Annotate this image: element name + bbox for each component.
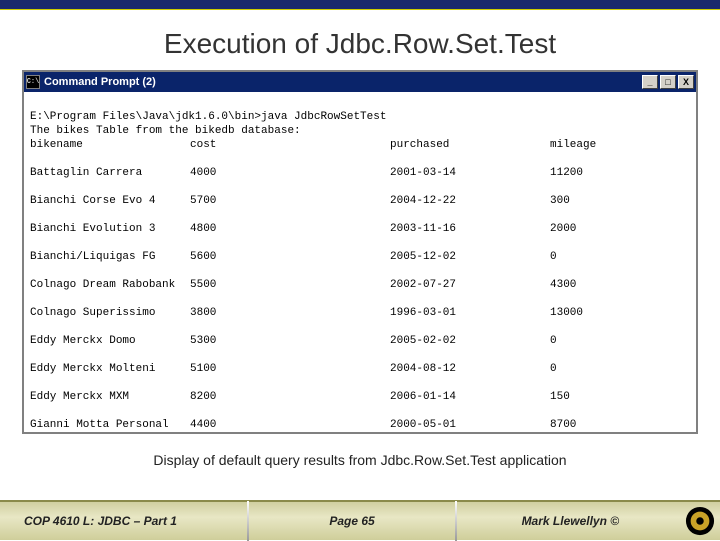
ucf-logo-icon bbox=[680, 506, 720, 536]
footer-left: COP 4610 L: JDBC – Part 1 bbox=[0, 514, 243, 528]
table-row: Colnago Superissimo38001996-03-0113000 bbox=[30, 306, 690, 320]
table-row: Eddy Merckx Molteni51002004-08-120 bbox=[30, 362, 690, 376]
close-button[interactable]: X bbox=[678, 75, 694, 89]
command-prompt-window: C:\ Command Prompt (2) _ □ X E:\Program … bbox=[22, 70, 698, 434]
slide-top-border bbox=[0, 0, 720, 10]
footer-author: Mark Llewellyn © bbox=[461, 514, 680, 528]
terminal-cmdline: E:\Program Files\Java\jdk1.6.0\bin>java … bbox=[30, 111, 386, 123]
table-row: Battaglin Carrera40002001-03-1411200 bbox=[30, 166, 690, 180]
table-row: Bianchi/Liquigas FG56002005-12-020 bbox=[30, 250, 690, 264]
footer-divider bbox=[455, 501, 457, 541]
slide-caption: Display of default query results from Jd… bbox=[0, 452, 720, 468]
slide-title: Execution of Jdbc.Row.Set.Test bbox=[0, 10, 720, 70]
table-row: Bianchi Evolution 348002003-11-162000 bbox=[30, 222, 690, 236]
table-row: Colnago Dream Rabobank55002002-07-274300 bbox=[30, 278, 690, 292]
minimize-button[interactable]: _ bbox=[642, 75, 658, 89]
footer-divider bbox=[247, 501, 249, 541]
terminal-heading: The bikes Table from the bikedb database… bbox=[30, 125, 301, 137]
window-title: Command Prompt (2) bbox=[44, 76, 156, 88]
maximize-button[interactable]: □ bbox=[660, 75, 676, 89]
slide-footer: COP 4610 L: JDBC – Part 1 Page 65 Mark L… bbox=[0, 500, 720, 540]
table-row: Bianchi Corse Evo 457002004-12-22300 bbox=[30, 194, 690, 208]
footer-page: Page 65 bbox=[253, 514, 450, 528]
table-row: Eddy Merckx Domo53002005-02-020 bbox=[30, 334, 690, 348]
terminal-output: E:\Program Files\Java\jdk1.6.0\bin>java … bbox=[24, 92, 696, 432]
window-titlebar: C:\ Command Prompt (2) _ □ X bbox=[24, 72, 696, 92]
table-row: Eddy Merckx MXM82002006-01-14150 bbox=[30, 390, 690, 404]
cmd-icon: C:\ bbox=[26, 75, 40, 89]
table-header: bikenamecostpurchasedmileage bbox=[30, 138, 690, 152]
table-row: Gianni Motta Personal44002000-05-018700 bbox=[30, 418, 690, 432]
